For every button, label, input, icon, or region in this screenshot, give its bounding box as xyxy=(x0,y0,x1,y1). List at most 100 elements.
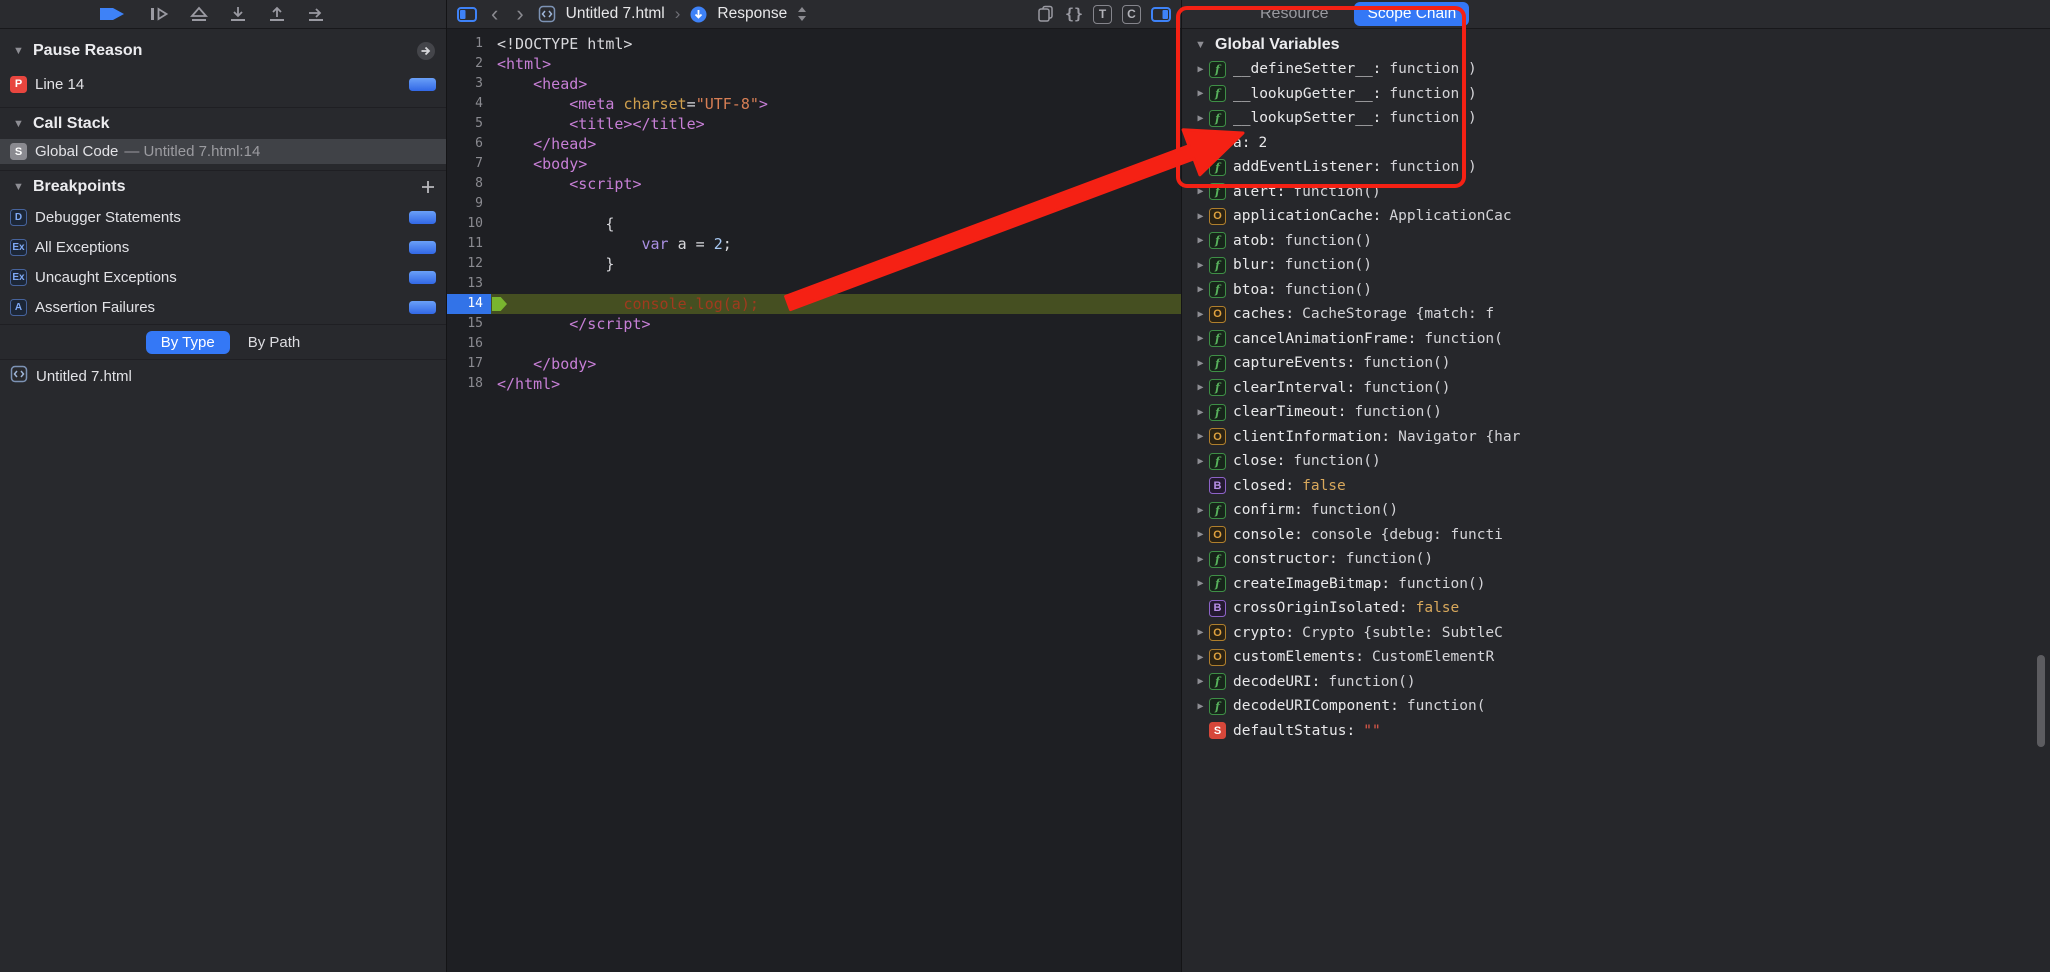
line-number[interactable]: 4 xyxy=(447,94,491,114)
step-into-icon[interactable] xyxy=(229,6,247,22)
code-coverage-icon[interactable]: C xyxy=(1122,4,1141,24)
copy-icon[interactable] xyxy=(1037,5,1055,23)
disclosure-triangle-icon[interactable] xyxy=(1192,358,1209,369)
variable-row[interactable]: f clearInterval: function() xyxy=(1182,376,2050,401)
variable-row[interactable]: OclientInformation: Navigator {har xyxy=(1182,425,2050,450)
variable-row[interactable]: f decodeURI: function() xyxy=(1182,670,2050,695)
variable-row[interactable]: f alert: function() xyxy=(1182,180,2050,205)
variable-row[interactable]: f addEventListener: function() xyxy=(1182,155,2050,180)
variable-row[interactable]: OapplicationCache: ApplicationCac xyxy=(1182,204,2050,229)
variable-row[interactable]: f close: function() xyxy=(1182,449,2050,474)
pretty-print-braces-icon[interactable]: {} xyxy=(1065,5,1083,23)
disclosure-triangle-icon[interactable] xyxy=(1192,407,1209,418)
step-up-icon[interactable] xyxy=(268,6,286,22)
variable-row[interactable]: Bclosed: false xyxy=(1182,474,2050,499)
breadcrumb-response[interactable]: Response xyxy=(717,5,787,23)
variable-row[interactable]: f cancelAnimationFrame: function( xyxy=(1182,327,2050,352)
line-number[interactable]: 6 xyxy=(447,134,491,154)
filter-by-type-button[interactable]: By Type xyxy=(145,330,230,354)
variable-row[interactable]: f decodeURIComponent: function( xyxy=(1182,694,2050,719)
step-next-icon[interactable] xyxy=(307,6,325,22)
disclosure-triangle-icon[interactable] xyxy=(1192,186,1209,197)
line-number[interactable]: 2 xyxy=(447,54,491,74)
disclosure-triangle-icon[interactable] xyxy=(1192,676,1209,687)
line-number[interactable]: 9 xyxy=(447,194,491,214)
disclosure-triangle-icon[interactable] xyxy=(1192,456,1209,467)
disclosure-triangle-icon[interactable] xyxy=(1192,627,1209,638)
variable-row[interactable]: f confirm: function() xyxy=(1182,498,2050,523)
pause-reason-item[interactable]: P Line 14 xyxy=(0,67,446,101)
line-number[interactable]: 13 xyxy=(447,274,491,294)
step-out-icon[interactable] xyxy=(190,6,208,22)
line-number[interactable]: 12 xyxy=(447,254,491,274)
line-number[interactable]: 3 xyxy=(447,74,491,94)
filter-by-path-button[interactable]: By Path xyxy=(248,334,301,351)
breakpoints-header[interactable]: Breakpoints xyxy=(0,170,446,202)
variable-row[interactable]: f __lookupGetter__: function() xyxy=(1182,82,2050,107)
breakpoint-row[interactable]: D Debugger Statements xyxy=(0,202,446,232)
breadcrumb-file-name[interactable]: Untitled 7.html xyxy=(566,5,665,23)
disclosure-triangle-icon[interactable] xyxy=(1192,162,1209,173)
variable-row[interactable]: Ocaches: CacheStorage {match: f xyxy=(1182,302,2050,327)
scrollbar[interactable] xyxy=(2037,655,2045,747)
variable-row[interactable]: BcrossOriginIsolated: false xyxy=(1182,596,2050,621)
line-number[interactable]: 7 xyxy=(447,154,491,174)
step-over-icon[interactable] xyxy=(149,6,169,22)
variable-row[interactable]: SdefaultStatus: "" xyxy=(1182,719,2050,744)
line-number[interactable]: 15 xyxy=(447,314,491,334)
variable-row[interactable]: OcustomElements: CustomElementR xyxy=(1182,645,2050,670)
global-variables-header[interactable]: Global Variables xyxy=(1182,29,2050,55)
disclosure-triangle-icon[interactable] xyxy=(1192,701,1209,712)
forward-icon[interactable]: › xyxy=(512,3,527,25)
disclosure-triangle-icon[interactable] xyxy=(1192,431,1209,442)
type-profiler-icon[interactable]: T xyxy=(1093,4,1112,24)
disclosure-triangle-icon[interactable] xyxy=(1192,64,1209,75)
disclosure-triangle-icon[interactable] xyxy=(1192,260,1209,271)
line-number[interactable]: 8 xyxy=(447,174,491,194)
line-number[interactable]: 11 xyxy=(447,234,491,254)
disclosure-triangle-icon[interactable] xyxy=(1192,88,1209,99)
disclosure-triangle-icon[interactable] xyxy=(1192,113,1209,124)
variable-row[interactable]: f captureEvents: function() xyxy=(1182,351,2050,376)
stepper-icon[interactable] xyxy=(797,6,807,22)
variable-row[interactable]: f btoa: function() xyxy=(1182,278,2050,303)
code-editor[interactable]: 1 <!DOCTYPE html> 2 <html> 3 <head> 4 <meta c… xyxy=(447,29,1181,394)
disclosure-triangle-icon[interactable] xyxy=(1192,333,1209,344)
line-number[interactable]: 10 xyxy=(447,214,491,234)
breakpoint-toggle[interactable] xyxy=(409,300,436,314)
variable-row[interactable]: f clearTimeout: function() xyxy=(1182,400,2050,425)
variable-row[interactable]: f blur: function() xyxy=(1182,253,2050,278)
line-number[interactable]: 14 xyxy=(447,294,491,314)
call-stack-frame[interactable]: S Global Code — Untitled 7.html:14 xyxy=(0,139,446,164)
disclosure-triangle-icon[interactable] xyxy=(1192,382,1209,393)
back-icon[interactable]: ‹ xyxy=(487,3,502,25)
sidebar-right-icon[interactable] xyxy=(1151,6,1171,22)
line-number[interactable]: 18 xyxy=(447,374,491,394)
disclosure-triangle-icon[interactable] xyxy=(1192,235,1209,246)
call-stack-header[interactable]: Call Stack xyxy=(0,107,446,139)
breakpoint-toggle[interactable] xyxy=(409,210,436,224)
pause-reason-header[interactable]: Pause Reason xyxy=(0,35,446,67)
variable-row[interactable]: Oconsole: console {debug: functi xyxy=(1182,523,2050,548)
line-number[interactable]: 17 xyxy=(447,354,491,374)
breakpoint-row[interactable]: Ex Uncaught Exceptions xyxy=(0,262,446,292)
disclosure-triangle-icon[interactable] xyxy=(1192,529,1209,540)
disclosure-triangle-icon[interactable] xyxy=(1192,309,1209,320)
continue-icon[interactable] xyxy=(98,6,128,22)
breakpoint-row[interactable]: Ex All Exceptions xyxy=(0,232,446,262)
disclosure-triangle-icon[interactable] xyxy=(1192,211,1209,222)
variable-row[interactable]: f __defineSetter__: function() xyxy=(1182,57,2050,82)
disclosure-triangle-icon[interactable] xyxy=(1192,652,1209,663)
breakpoint-toggle[interactable] xyxy=(409,77,436,91)
variable-row[interactable]: Ocrypto: Crypto {subtle: SubtleC xyxy=(1182,621,2050,646)
disclosure-triangle-icon[interactable] xyxy=(1192,284,1209,295)
line-number[interactable]: 16 xyxy=(447,334,491,354)
variable-row[interactable]: f atob: function() xyxy=(1182,229,2050,254)
breakpoint-row[interactable]: A Assertion Failures xyxy=(0,292,446,322)
disclosure-triangle-icon[interactable] xyxy=(1192,578,1209,589)
variable-row[interactable]: f constructor: function() xyxy=(1182,547,2050,572)
add-breakpoint-icon[interactable] xyxy=(420,179,436,195)
variable-row[interactable]: f __lookupSetter__: function() xyxy=(1182,106,2050,131)
line-number[interactable]: 5 xyxy=(447,114,491,134)
variable-row[interactable]: Na: 2 xyxy=(1182,131,2050,156)
